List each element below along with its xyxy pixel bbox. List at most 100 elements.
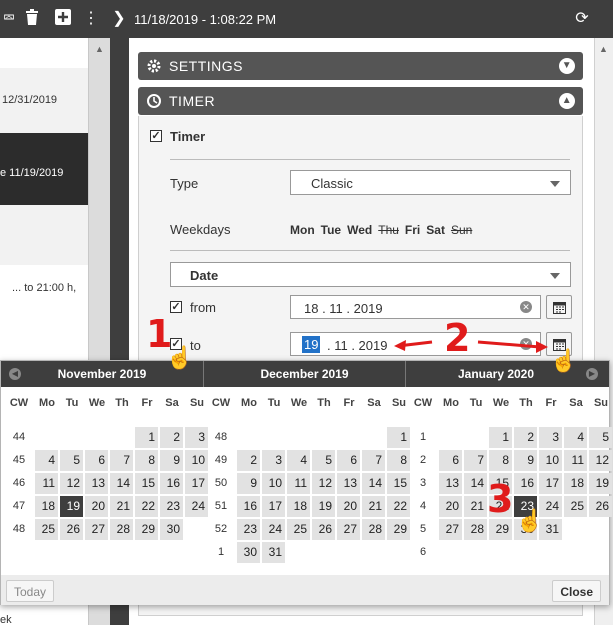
calendar-day[interactable]: 23 <box>160 496 183 517</box>
calendar-day[interactable]: 29 <box>489 519 512 540</box>
calendar-day[interactable]: 1 <box>489 427 512 448</box>
calendar-day[interactable]: 16 <box>160 473 183 494</box>
calendar-day[interactable]: 14 <box>464 473 487 494</box>
calendar-day[interactable]: 7 <box>110 450 133 471</box>
calendar-day[interactable]: 13 <box>85 473 108 494</box>
calendar-day[interactable]: 27 <box>439 519 462 540</box>
calendar-day[interactable]: 21 <box>464 496 487 517</box>
timer-section-header[interactable]: TIMER ▲ <box>138 87 583 115</box>
weekday-thu[interactable]: Thu <box>378 223 399 237</box>
calendar-day[interactable]: 8 <box>489 450 512 471</box>
calendar-day[interactable]: 8 <box>135 450 158 471</box>
calendar-day[interactable]: 10 <box>185 450 208 471</box>
calendar-day[interactable]: 6 <box>439 450 462 471</box>
calendar-day[interactable]: 24 <box>185 496 208 517</box>
calendar-day[interactable]: 28 <box>110 519 133 540</box>
weekday-wed[interactable]: Wed <box>347 223 372 237</box>
calendar-day[interactable]: 28 <box>464 519 487 540</box>
weekday-sat[interactable]: Sat <box>426 223 445 237</box>
calendar-day[interactable]: 17 <box>185 473 208 494</box>
calendar-day[interactable]: 19 <box>60 496 83 517</box>
calendar-day[interactable]: 6 <box>337 450 360 471</box>
calendar-day[interactable]: 12 <box>589 450 612 471</box>
weekday-tue[interactable]: Tue <box>321 223 341 237</box>
list-item[interactable]: ... to 21:00 h, <box>0 282 88 294</box>
close-button[interactable]: Close <box>552 580 601 602</box>
chevron-down-icon[interactable]: ▼ <box>559 58 575 74</box>
calendar-day[interactable]: 8 <box>387 450 410 471</box>
calendar-day[interactable]: 15 <box>135 473 158 494</box>
refresh-icon[interactable]: ⟳ <box>573 9 591 29</box>
calendar-day[interactable]: 17 <box>262 496 285 517</box>
list-item[interactable]: e 11/19/2019 <box>0 167 88 179</box>
from-date-input[interactable]: 18 . 11 . 2019 ✕ <box>290 295 541 319</box>
calendar-day[interactable]: 30 <box>237 542 260 563</box>
calendar-day[interactable]: 22 <box>387 496 410 517</box>
calendar-day[interactable]: 25 <box>564 496 587 517</box>
calendar-day[interactable]: 25 <box>35 519 58 540</box>
calendar-day[interactable]: 14 <box>110 473 133 494</box>
calendar-day[interactable]: 9 <box>514 450 537 471</box>
calendar-day[interactable]: 20 <box>337 496 360 517</box>
calendar-day[interactable]: 21 <box>110 496 133 517</box>
calendar-day[interactable]: 7 <box>362 450 385 471</box>
calendar-day[interactable]: 14 <box>362 473 385 494</box>
calendar-day[interactable]: 31 <box>262 542 285 563</box>
calendar-day[interactable]: 27 <box>337 519 360 540</box>
calendar-day[interactable]: 17 <box>539 473 562 494</box>
calendar-day[interactable]: 26 <box>312 519 335 540</box>
calendar-day[interactable]: 29 <box>387 519 410 540</box>
calendar-day[interactable]: 4 <box>35 450 58 471</box>
calendar-day[interactable]: 10 <box>262 473 285 494</box>
calendar-day[interactable]: 11 <box>287 473 310 494</box>
calendar-day[interactable]: 18 <box>564 473 587 494</box>
calendar-day[interactable]: 27 <box>85 519 108 540</box>
calendar-day[interactable]: 24 <box>262 519 285 540</box>
calendar-day[interactable]: 1 <box>135 427 158 448</box>
calendar-day[interactable]: 16 <box>514 473 537 494</box>
settings-section-header[interactable]: SETTINGS ▼ <box>138 52 583 80</box>
calendar-day[interactable]: 22 <box>135 496 158 517</box>
calendar-day[interactable]: 19 <box>312 496 335 517</box>
calendar-day[interactable]: 2 <box>160 427 183 448</box>
calendar-day[interactable]: 4 <box>287 450 310 471</box>
from-calendar-button[interactable] <box>546 295 572 319</box>
list-item[interactable]: 12/31/2019 <box>0 94 88 106</box>
calendar-day[interactable]: 5 <box>60 450 83 471</box>
timer-checkbox[interactable]: ✓ <box>150 130 162 142</box>
more-icon[interactable]: ⋮ <box>82 9 100 29</box>
calendar-day[interactable]: 28 <box>362 519 385 540</box>
calendar-day[interactable]: 26 <box>589 496 612 517</box>
calendar-day[interactable]: 5 <box>589 427 612 448</box>
calendar-day[interactable]: 29 <box>135 519 158 540</box>
calendar-day[interactable]: 9 <box>237 473 260 494</box>
calendar-day[interactable]: 3 <box>539 427 562 448</box>
calendar-day[interactable]: 18 <box>35 496 58 517</box>
calendar-day[interactable]: 11 <box>35 473 58 494</box>
trash-icon[interactable] <box>23 9 41 29</box>
weekday-fri[interactable]: Fri <box>405 223 420 237</box>
calendar-day[interactable]: 3 <box>262 450 285 471</box>
add-icon[interactable] <box>54 9 72 29</box>
calendar-day[interactable]: 13 <box>337 473 360 494</box>
calendar-day[interactable]: 9 <box>160 450 183 471</box>
calendar-day[interactable]: 5 <box>312 450 335 471</box>
calendar-day[interactable]: 23 <box>237 519 260 540</box>
calendar-day[interactable]: 3 <box>185 427 208 448</box>
calendar-day[interactable]: 13 <box>439 473 462 494</box>
calendar-day[interactable]: 2 <box>514 427 537 448</box>
clear-icon[interactable]: ✕ <box>520 301 532 313</box>
chevron-right-icon[interactable]: ❯ <box>110 9 128 29</box>
chevron-up-icon[interactable]: ▲ <box>559 93 575 109</box>
weekday-mon[interactable]: Mon <box>290 223 315 237</box>
calendar-day[interactable]: 10 <box>539 450 562 471</box>
calendar-day[interactable]: 21 <box>362 496 385 517</box>
date-mode-select[interactable]: Date <box>170 262 571 287</box>
calendar-day[interactable]: 25 <box>287 519 310 540</box>
expand-icon[interactable]: ⮹ <box>0 9 18 29</box>
calendar-day[interactable]: 12 <box>60 473 83 494</box>
calendar-day[interactable]: 30 <box>160 519 183 540</box>
today-button[interactable]: Today <box>6 580 55 602</box>
calendar-day[interactable]: 7 <box>464 450 487 471</box>
calendar-day[interactable]: 12 <box>312 473 335 494</box>
